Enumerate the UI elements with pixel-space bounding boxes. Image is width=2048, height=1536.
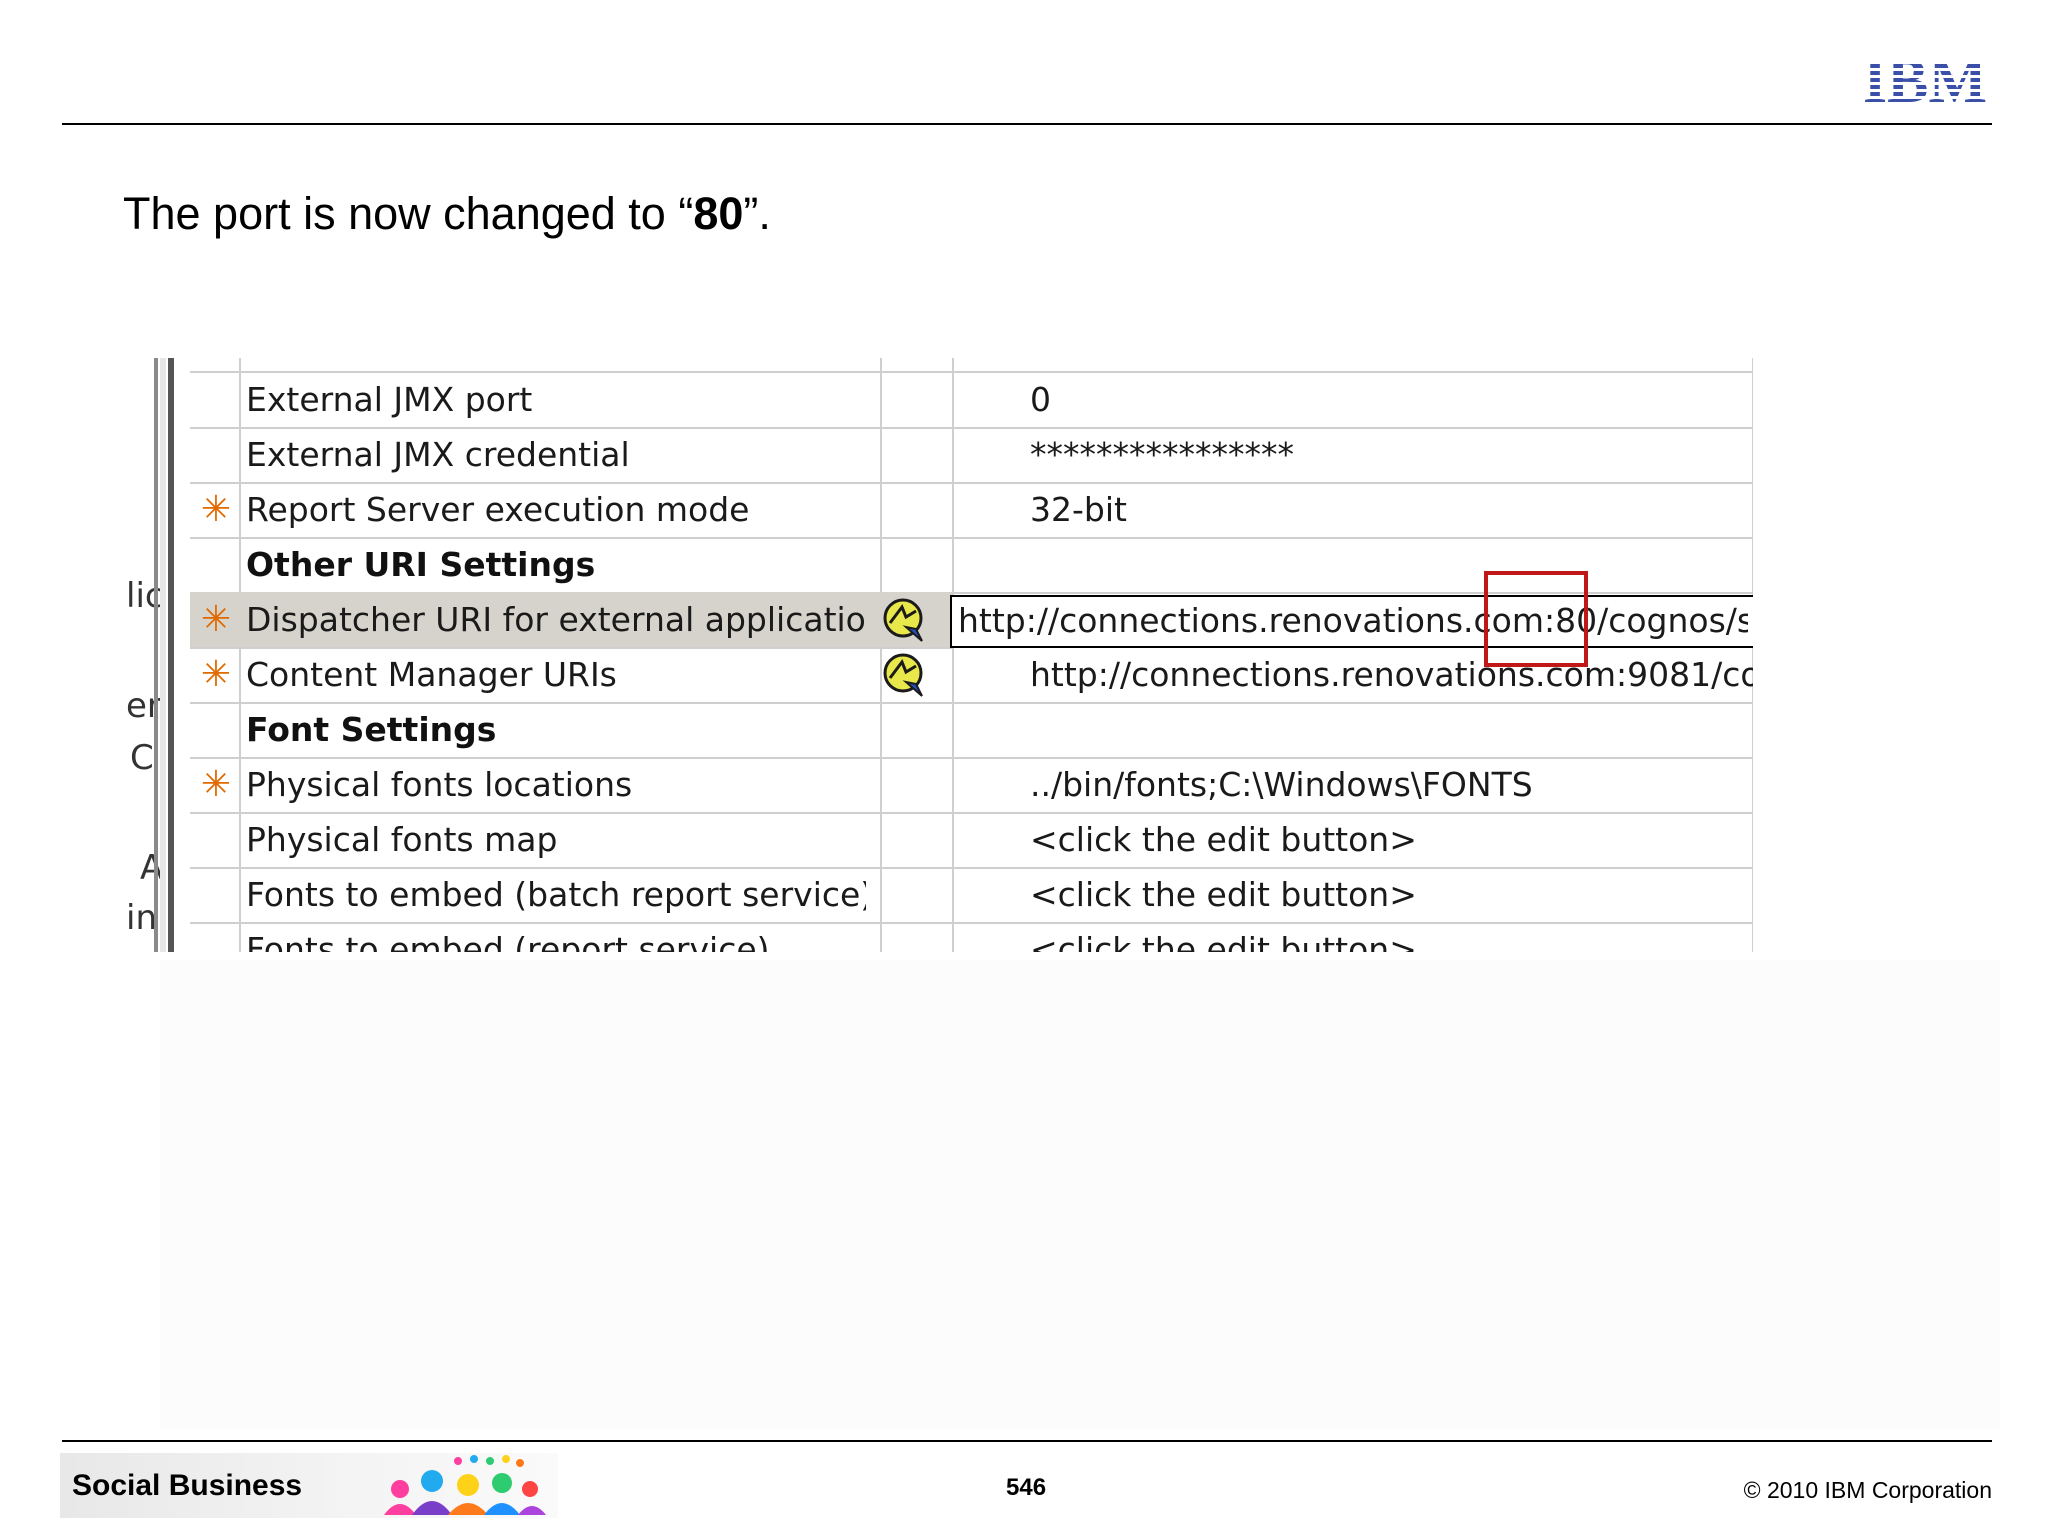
table-row[interactable]: Physical fonts map <click the edit butto… xyxy=(190,812,1753,869)
port-highlight-box xyxy=(1484,571,1588,667)
section-title: Font Settings xyxy=(246,710,497,749)
property-name: Physical fonts locations xyxy=(246,765,633,804)
bottom-rule xyxy=(62,1440,1992,1442)
required-icon: ✳ xyxy=(200,489,232,530)
property-value[interactable]: <click the edit button> xyxy=(1030,922,1753,952)
required-icon: ✳ xyxy=(200,599,232,640)
banner-title: Social Business xyxy=(72,1469,303,1502)
table-row[interactable]: External JMX credential **************** xyxy=(190,427,1753,484)
social-business-banner: Social Business xyxy=(60,1453,558,1518)
left-fragment: C xyxy=(130,738,154,778)
property-name: External JMX port xyxy=(246,380,533,419)
property-value[interactable]: http://connections.renovations.com:9081/… xyxy=(1030,647,1753,702)
section-header-row[interactable]: Font Settings xyxy=(190,702,1753,759)
required-icon: ✳ xyxy=(200,764,232,805)
property-name: Fonts to embed (report service) xyxy=(246,930,770,952)
property-name: Dispatcher URI for external applications xyxy=(246,600,866,639)
section-title: Other URI Settings xyxy=(246,545,596,584)
copyright: © 2010 IBM Corporation xyxy=(1743,1477,1992,1503)
table-row[interactable]: Fonts to embed (batch report service) <c… xyxy=(190,867,1753,924)
splitter-bar[interactable] xyxy=(168,358,174,952)
property-value[interactable]: 0 xyxy=(1030,372,1753,427)
property-value: http://connections.renovations.com:80/co… xyxy=(958,601,1748,640)
table-row[interactable]: ✳ Physical fonts locations ../bin/fonts;… xyxy=(190,757,1753,814)
test-connection-icon[interactable] xyxy=(882,647,932,702)
table-row[interactable]: ✳ Report Server execution mode 32-bit xyxy=(190,482,1753,539)
svg-text:IBM: IBM xyxy=(1863,50,1987,106)
required-icon: ✳ xyxy=(200,654,232,695)
test-connection-icon[interactable] xyxy=(882,592,932,647)
table-row[interactable] xyxy=(190,358,1753,373)
property-name: Report Server execution mode xyxy=(246,490,750,529)
background-shade xyxy=(160,960,2000,1430)
property-name: External JMX credential xyxy=(246,435,630,474)
dispatcher-uri-input[interactable]: http://connections.renovations.com:80/co… xyxy=(950,595,1753,648)
heading-port-value: 80 xyxy=(693,188,744,239)
config-screenshot: lic er C A in External JMX port 0 Extern… xyxy=(120,358,1753,952)
people-graphic xyxy=(384,1455,546,1515)
property-value[interactable]: <click the edit button> xyxy=(1030,867,1753,922)
table-row[interactable]: External JMX port 0 xyxy=(190,372,1753,429)
ibm-logo: IBM xyxy=(1863,50,1987,106)
table-row-selected[interactable]: ✳ Dispatcher URI for external applicatio… xyxy=(190,592,953,649)
splitter-bar[interactable] xyxy=(154,358,158,952)
property-value[interactable]: <click the edit button> xyxy=(1030,812,1753,867)
property-name: Physical fonts map xyxy=(246,820,558,859)
top-rule xyxy=(62,123,1992,125)
property-name: Content Manager URIs xyxy=(246,655,617,694)
property-value[interactable]: **************** xyxy=(1030,427,1753,482)
slide-heading: The port is now changed to “80”. xyxy=(123,188,771,239)
property-value[interactable]: ../bin/fonts;C:\Windows\FONTS xyxy=(1030,757,1753,812)
table-row[interactable]: Fonts to embed (report service) <click t… xyxy=(190,922,1753,952)
left-fragment: in xyxy=(126,898,157,938)
property-value[interactable]: 32-bit xyxy=(1030,482,1753,537)
page-number: 546 xyxy=(1006,1474,1047,1501)
splitter-bar[interactable] xyxy=(160,358,166,952)
property-name: Fonts to embed (batch report service) xyxy=(246,875,866,914)
